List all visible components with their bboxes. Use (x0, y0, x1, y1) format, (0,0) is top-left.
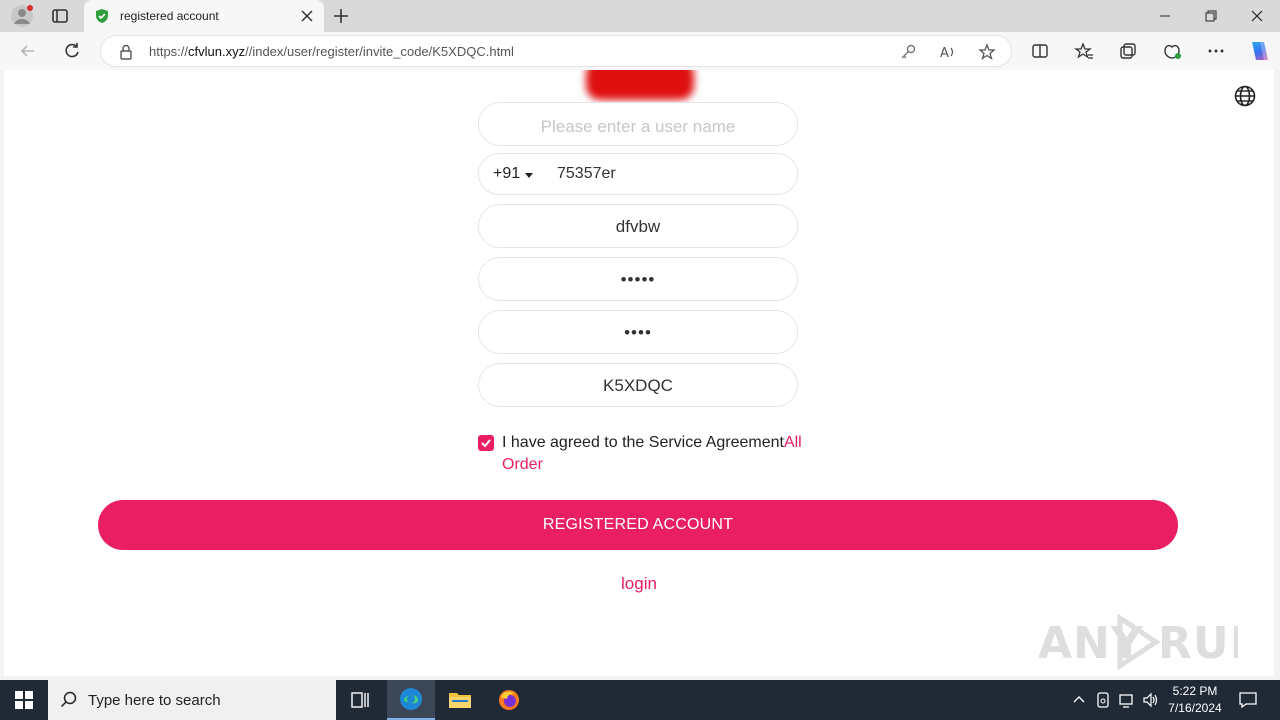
favorites-icon[interactable] (1074, 41, 1094, 61)
name-input[interactable]: dfvbw (478, 204, 798, 248)
tab-actions-icon[interactable] (50, 6, 70, 26)
anyrun-watermark-logo: ANY RUN (1038, 613, 1266, 671)
password-value: ••••• (620, 270, 656, 289)
password-input[interactable]: ••••• (478, 257, 798, 301)
username-placeholder: Please enter a user name (540, 117, 736, 136)
clock-date: 7/16/2024 (1168, 701, 1222, 715)
chevron-up-icon[interactable] (1070, 691, 1088, 709)
globe-language-icon[interactable] (1233, 84, 1257, 108)
taskbar-edge[interactable] (387, 680, 435, 720)
restore-icon (1205, 10, 1217, 22)
windows-taskbar: Type here to search 5:22 PM 7/16/2024 (0, 680, 1280, 720)
invite-code-input[interactable]: K5XDQC (478, 363, 798, 407)
name-value: dfvbw (615, 217, 661, 236)
copilot-icon[interactable] (1246, 39, 1270, 63)
site-logo (586, 70, 694, 100)
edge-browser-icon (400, 688, 422, 710)
search-placeholder: Type here to search (88, 692, 221, 709)
taskbar-file-explorer[interactable] (436, 680, 484, 720)
url-path: //index/user/register/invite_code/K5XDQC… (245, 44, 514, 59)
close-icon (1251, 10, 1263, 22)
page-viewport: Please enter a user name +91 75357er dfv… (4, 70, 1274, 676)
register-button[interactable]: REGISTERED ACCOUNT (98, 500, 1178, 550)
device-icon[interactable] (1094, 691, 1112, 709)
url-host: cfvlun.xyz (188, 44, 246, 59)
country-code-select[interactable]: +91 (493, 165, 520, 183)
taskbar-clock[interactable]: 5:22 PM 7/16/2024 (1160, 683, 1230, 717)
windows-logo-icon (15, 691, 33, 709)
read-aloud-icon[interactable]: A (939, 43, 957, 61)
tab-title: registered account (120, 9, 219, 23)
notifications-icon[interactable] (1238, 690, 1258, 710)
browser-toolbar: https://cfvlun.xyz//index/user/register/… (0, 32, 1280, 70)
url-text[interactable]: https://cfvlun.xyz//index/user/register/… (149, 44, 514, 59)
new-tab-icon[interactable] (332, 7, 350, 25)
username-input[interactable]: Please enter a user name (478, 102, 798, 146)
watermark: ANY RUN (1038, 610, 1266, 676)
network-icon[interactable] (1118, 691, 1136, 709)
confirm-password-value: •••• (624, 323, 652, 342)
restore-button[interactable] (1188, 0, 1234, 32)
more-options-icon[interactable] (1206, 41, 1226, 61)
firefox-icon (499, 690, 519, 710)
back-arrow-icon[interactable] (18, 41, 38, 61)
clock-time: 5:22 PM (1172, 684, 1218, 698)
favorite-star-icon[interactable] (978, 43, 996, 61)
search-icon (60, 691, 77, 708)
minimize-icon (1160, 15, 1170, 17)
agreement-checkbox[interactable] (478, 435, 494, 451)
browser-essentials-icon[interactable] (1162, 41, 1182, 61)
refresh-icon[interactable] (62, 41, 82, 61)
key-icon[interactable] (899, 43, 917, 61)
split-screen-icon[interactable] (1030, 41, 1050, 61)
task-view-button[interactable] (336, 680, 384, 720)
svg-text:RUN: RUN (1158, 618, 1238, 669)
collections-icon[interactable] (1118, 41, 1138, 61)
url-scheme: https:// (149, 44, 189, 59)
minimize-button[interactable] (1142, 0, 1188, 32)
taskbar-search[interactable]: Type here to search (48, 680, 336, 720)
agreement-label: I have agreed to the Service Agreement (502, 434, 784, 451)
profile-avatar-icon[interactable] (10, 4, 34, 28)
close-window-button[interactable] (1234, 0, 1280, 32)
taskbar-firefox[interactable] (485, 680, 533, 720)
chevron-down-icon[interactable] (525, 173, 533, 178)
checkmark-icon (481, 439, 491, 448)
shield-check-icon (96, 9, 108, 23)
invite-code-value: K5XDQC (603, 376, 673, 395)
task-view-icon (351, 692, 369, 708)
address-bar[interactable]: https://cfvlun.xyz//index/user/register/… (100, 35, 1012, 67)
phone-input[interactable]: 75357er (557, 165, 616, 183)
close-tab-icon[interactable] (300, 9, 314, 23)
login-link[interactable]: login (4, 574, 1274, 594)
confirm-password-input[interactable]: •••• (478, 310, 798, 354)
active-tab[interactable]: registered account (84, 0, 324, 32)
start-button[interactable] (0, 680, 48, 720)
browser-title-bar: registered account (0, 0, 1280, 32)
volume-icon[interactable] (1142, 691, 1160, 709)
lock-icon[interactable] (119, 44, 133, 60)
agreement-text: I have agreed to the Service AgreementAl… (502, 432, 802, 476)
folder-icon (449, 693, 471, 708)
phone-field[interactable]: +91 75357er (478, 153, 798, 195)
svg-text:A: A (940, 46, 949, 61)
